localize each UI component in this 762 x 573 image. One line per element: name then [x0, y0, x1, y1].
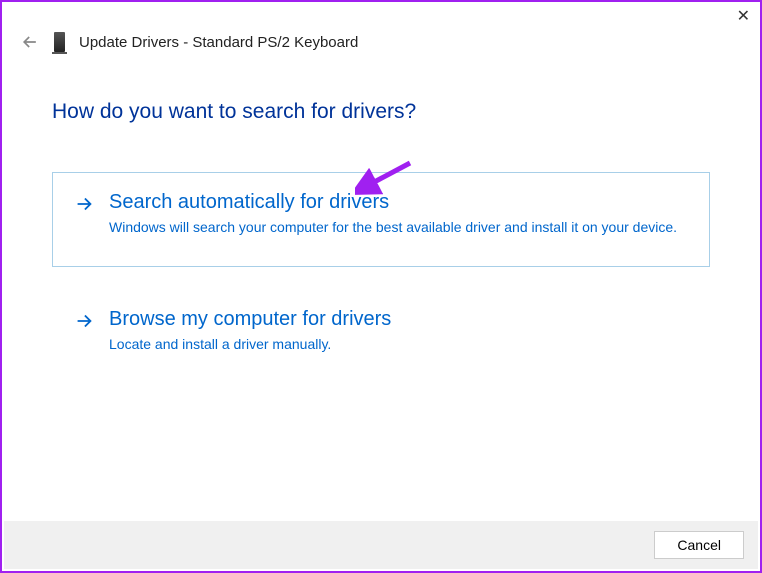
- content-area: How do you want to search for drivers? S…: [2, 52, 760, 383]
- window-title: Update Drivers - Standard PS/2 Keyboard: [79, 34, 358, 51]
- close-icon[interactable]: ✕: [737, 6, 750, 26]
- option-text: Search automatically for drivers Windows…: [109, 191, 689, 238]
- arrow-right-icon: [73, 310, 95, 355]
- option-text: Browse my computer for drivers Locate an…: [109, 308, 689, 355]
- option-title: Browse my computer for drivers: [109, 308, 689, 331]
- cancel-button[interactable]: Cancel: [654, 531, 744, 559]
- page-heading: How do you want to search for drivers?: [52, 100, 710, 124]
- device-icon: [54, 32, 65, 52]
- option-browse-computer[interactable]: Browse my computer for drivers Locate an…: [52, 289, 710, 384]
- option-description: Windows will search your computer for th…: [109, 218, 689, 238]
- arrow-right-icon: [73, 193, 95, 238]
- option-search-automatically[interactable]: Search automatically for drivers Windows…: [52, 172, 710, 267]
- option-title: Search automatically for drivers: [109, 191, 689, 214]
- back-arrow-icon[interactable]: [20, 32, 40, 52]
- option-description: Locate and install a driver manually.: [109, 335, 689, 355]
- footer: Cancel: [4, 521, 758, 569]
- header: Update Drivers - Standard PS/2 Keyboard: [2, 2, 760, 52]
